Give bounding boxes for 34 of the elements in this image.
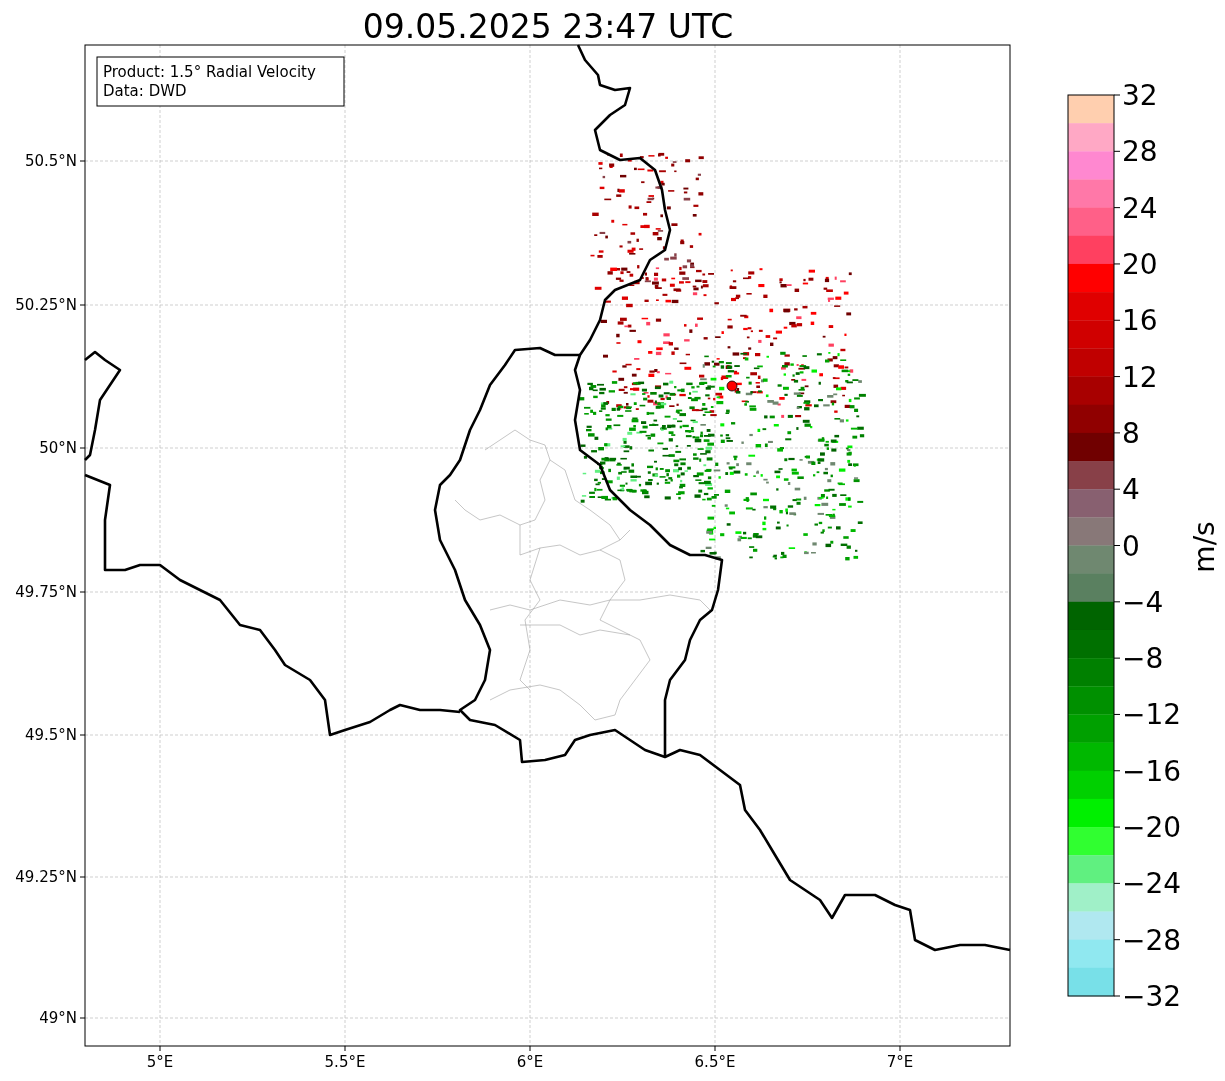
colorbar-tick-label: 20 (1122, 247, 1158, 281)
info-text: Product: 1.5° Radial Velocity (103, 63, 316, 81)
colorbar-tick-label: 0 (1122, 529, 1140, 563)
colorbar-tick-label: 24 (1122, 191, 1158, 225)
longitude-label: 6°E (516, 1053, 544, 1071)
colorbar-tick-label: −16 (1122, 754, 1182, 788)
colorbar-tick-label: −8 (1122, 642, 1164, 676)
map-title: 09.05.2025 23:47 UTC (362, 7, 734, 46)
colorbar-tick-label: 32 (1122, 79, 1158, 112)
latitude-label: 49.25°N (15, 868, 77, 886)
colorbar-tick-label: −4 (1122, 585, 1164, 619)
longitude-label: 5°E (146, 1053, 174, 1071)
longitude-label: 6.5°E (694, 1053, 736, 1071)
colorbar-tick-label: 8 (1122, 416, 1140, 450)
latitude-label: 50.5°N (24, 152, 77, 170)
colorbar-unit-label: m/s (1188, 521, 1221, 573)
longitude-label: 5.5°E (324, 1053, 366, 1071)
latitude-label: 49.5°N (24, 726, 77, 744)
colorbar-tick-label: −12 (1122, 698, 1182, 732)
info-text: Data: DWD (103, 82, 187, 100)
latitude-label: 50°N (39, 439, 77, 457)
latitude-label: 49°N (39, 1009, 77, 1027)
colorbar-tick-label: 4 (1122, 473, 1140, 507)
colorbar-tick-label: −28 (1122, 923, 1182, 957)
radar-site-marker (726, 380, 738, 392)
colorbar-tick-label: −20 (1122, 811, 1182, 845)
latitude-label: 50.25°N (15, 296, 77, 314)
colorbar-tick-label: −32 (1122, 980, 1182, 1013)
colorbar-tick-label: −24 (1122, 867, 1182, 901)
longitude-label: 7°E (886, 1053, 914, 1071)
latitude-label: 49.75°N (15, 583, 77, 601)
colorbar-tick-label: 12 (1122, 360, 1158, 394)
colorbar-tick-label: 16 (1122, 304, 1158, 338)
colorbar-tick-label: 28 (1122, 135, 1158, 169)
